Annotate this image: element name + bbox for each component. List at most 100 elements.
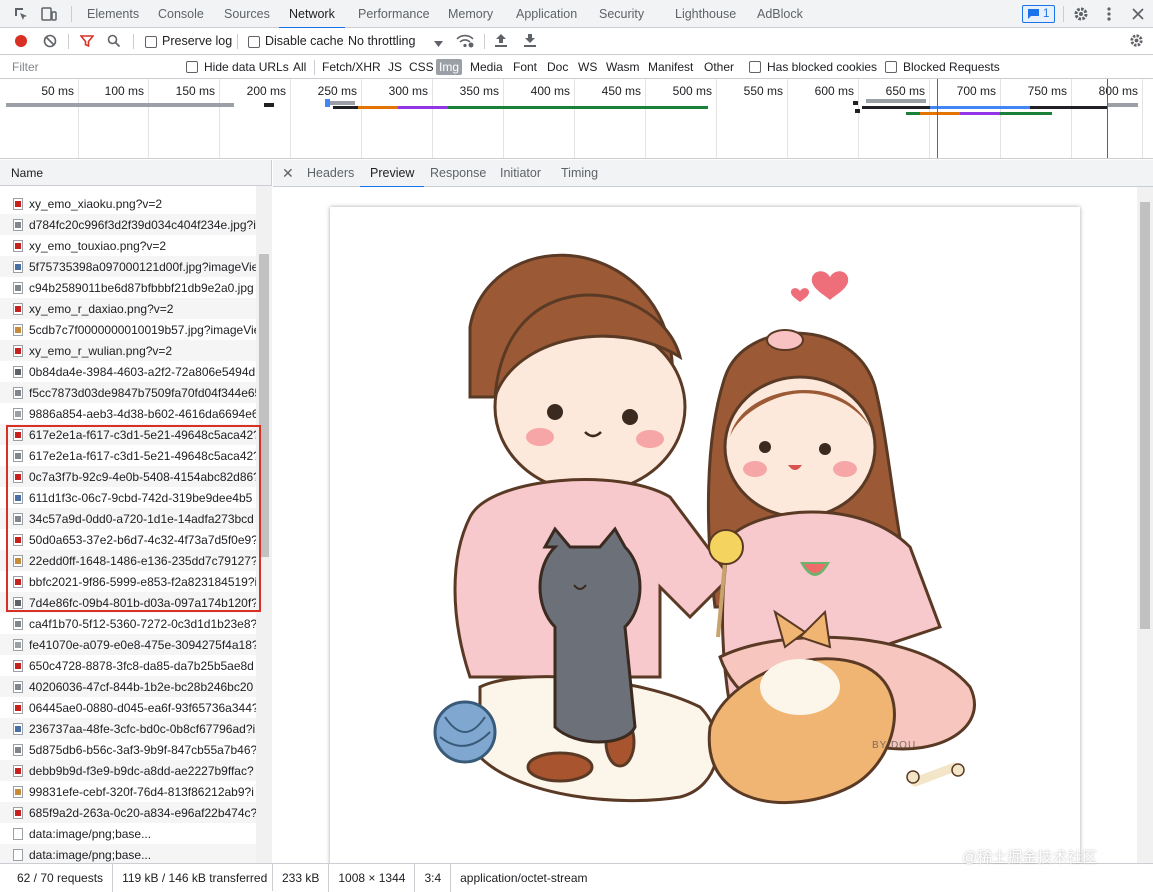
list-item[interactable]: xy_emo_xiaoku.png?v=2 bbox=[0, 193, 256, 214]
list-item[interactable]: fe41070e-a079-e0e8-475e-3094275f4a18? bbox=[0, 634, 256, 655]
preserve-log-checkbox[interactable] bbox=[145, 35, 157, 49]
tab-security[interactable]: Security bbox=[599, 0, 644, 28]
chevron-down-icon[interactable] bbox=[434, 37, 443, 51]
tab-sources[interactable]: Sources bbox=[224, 0, 270, 28]
list-item[interactable]: 34c57a9d-0dd0-a720-1d1e-14adfa273bcd bbox=[0, 508, 256, 529]
list-item[interactable]: 50d0a653-37e2-b6d7-4c32-4f73a7d5f0e9? bbox=[0, 529, 256, 550]
filter-bar: Hide data URLs All Fetch/XHR JS CSS Img … bbox=[0, 55, 1153, 79]
list-item[interactable]: 236737aa-48fe-3cfc-bd0c-0b8cf67796ad?i bbox=[0, 718, 256, 739]
grid-line bbox=[219, 79, 220, 158]
list-item[interactable]: 617e2e1a-f617-c3d1-5e21-49648c5aca42? bbox=[0, 445, 256, 466]
tab-console[interactable]: Console bbox=[158, 0, 204, 28]
hide-data-urls-checkbox[interactable] bbox=[186, 60, 198, 74]
divider bbox=[133, 34, 134, 49]
list-item[interactable]: d784fc20c996f3d2f39d034c404f234e.jpg?i bbox=[0, 214, 256, 235]
tab-memory[interactable]: Memory bbox=[448, 0, 493, 28]
list-item[interactable]: 9886a854-aeb3-4d38-b602-4616da6694e6 bbox=[0, 403, 256, 424]
list-item[interactable]: f5cc7873d03de9847b7509fa70fd04f344e65 bbox=[0, 382, 256, 403]
tick-label: 350 ms bbox=[459, 84, 499, 98]
list-item[interactable]: 06445ae0-0880-d045-ea6f-93f65736a344? bbox=[0, 697, 256, 718]
preview-scroll-thumb[interactable] bbox=[1140, 202, 1150, 629]
device-toolbar-icon[interactable] bbox=[40, 5, 58, 23]
tab-headers[interactable]: Headers bbox=[307, 160, 354, 187]
list-item[interactable]: 99831efe-cebf-320f-76d4-813f86212ab9?i bbox=[0, 781, 256, 802]
filter-type-doc[interactable]: Doc bbox=[544, 59, 571, 75]
close-detail-icon[interactable]: ✕ bbox=[282, 160, 294, 187]
request-list[interactable]: xy_emo_xiaoku.png?v=2 d784fc20c996f3d2f39… bbox=[0, 186, 272, 863]
request-name: data:image/png;base... bbox=[29, 826, 152, 841]
tab-initiator[interactable]: Initiator bbox=[500, 160, 541, 187]
filter-type-all[interactable]: All bbox=[290, 59, 309, 75]
tab-preview[interactable]: Preview bbox=[359, 160, 426, 188]
network-conditions-icon[interactable] bbox=[456, 33, 474, 52]
tab-lighthouse[interactable]: Lighthouse bbox=[675, 0, 736, 28]
close-devtools-icon[interactable] bbox=[1129, 5, 1147, 23]
filter-type-css[interactable]: CSS bbox=[406, 59, 437, 75]
list-item[interactable]: c94b2589011be6d87bfbbbf21db9e2a0.jpg bbox=[0, 277, 256, 298]
clear-icon[interactable] bbox=[43, 34, 57, 51]
filter-type-font[interactable]: Font bbox=[510, 59, 540, 75]
list-item[interactable]: 7d4e86fc-09b4-801b-d03a-097a174b120f? bbox=[0, 592, 256, 613]
tick-label: 600 ms bbox=[814, 84, 854, 98]
tab-adblock[interactable]: AdBlock bbox=[757, 0, 803, 28]
list-item[interactable]: xy_emo_r_wulian.png?v=2 bbox=[0, 340, 256, 361]
list-item[interactable]: xy_emo_r_daxiao.png?v=2 bbox=[0, 298, 256, 319]
list-item[interactable]: 5cdb7c7f0000000010019b57.jpg?imageVie bbox=[0, 319, 256, 340]
request-name: bbfc2021-9f86-5999-e853-f2a823184519?i bbox=[29, 574, 256, 589]
list-item[interactable]: ca4f1b70-5f12-5360-7272-0c3d1d1b23e8? bbox=[0, 613, 256, 634]
messages-badge[interactable]: 1 bbox=[1022, 5, 1056, 23]
list-item[interactable]: 5d875db6-b56c-3af3-9b9f-847cb55a7b46? bbox=[0, 739, 256, 760]
export-har-icon[interactable] bbox=[523, 33, 537, 51]
filter-type-js[interactable]: JS bbox=[385, 59, 405, 75]
filter-type-other[interactable]: Other bbox=[701, 59, 737, 75]
name-column-header[interactable]: Name bbox=[0, 160, 272, 186]
list-item[interactable]: debb9b9d-f3e9-b9dc-a8dd-ae2227b9ffac? bbox=[0, 760, 256, 781]
timeline-bar bbox=[330, 101, 355, 105]
tab-network[interactable]: Network bbox=[279, 0, 345, 29]
filter-type-wasm[interactable]: Wasm bbox=[603, 59, 643, 75]
has-blocked-cookies-checkbox[interactable] bbox=[749, 60, 761, 74]
blocked-requests-checkbox[interactable] bbox=[885, 60, 897, 74]
more-options-icon[interactable] bbox=[1100, 5, 1118, 23]
list-item[interactable]: data:image/png;base... bbox=[0, 823, 256, 844]
list-item[interactable] bbox=[0, 186, 256, 193]
request-list-scroll-thumb[interactable] bbox=[259, 254, 269, 557]
list-item[interactable]: 5f75735398a097000121d00f.jpg?imageVie bbox=[0, 256, 256, 277]
filter-type-ws[interactable]: WS bbox=[575, 59, 600, 75]
list-item[interactable]: 685f9a2d-263a-0c20-a834-e96af22b474c?i bbox=[0, 802, 256, 823]
inspect-element-icon[interactable] bbox=[12, 5, 30, 23]
filter-type-media[interactable]: Media bbox=[467, 59, 506, 75]
settings-gear-icon[interactable] bbox=[1072, 5, 1090, 23]
request-name: d784fc20c996f3d2f39d034c404f234e.jpg?i bbox=[29, 217, 256, 232]
timeline-overview[interactable]: 50 ms 100 ms 150 ms 200 ms 250 ms 300 ms… bbox=[0, 79, 1153, 159]
list-item[interactable]: 617e2e1a-f617-c3d1-5e21-49648c5aca42? bbox=[0, 424, 256, 445]
list-item[interactable]: data:image/png;base... bbox=[0, 844, 256, 863]
filter-type-fetch-xhr[interactable]: Fetch/XHR bbox=[319, 59, 384, 75]
tab-response[interactable]: Response bbox=[430, 160, 486, 187]
tick-label: 300 ms bbox=[388, 84, 428, 98]
tab-elements[interactable]: Elements bbox=[87, 0, 139, 28]
list-item[interactable]: 611d1f3c-06c7-9cbd-742d-319be9dee4b5 bbox=[0, 487, 256, 508]
record-button[interactable] bbox=[14, 34, 28, 51]
tab-timing[interactable]: Timing bbox=[561, 160, 598, 187]
filter-input[interactable] bbox=[6, 58, 174, 76]
search-icon[interactable] bbox=[107, 34, 121, 51]
tab-application[interactable]: Application bbox=[516, 0, 577, 28]
network-settings-gear-icon[interactable] bbox=[1128, 32, 1145, 52]
list-item[interactable]: 0b84da4e-3984-4603-a2f2-72a806e5494d bbox=[0, 361, 256, 382]
list-item[interactable]: 650c4728-8878-3fc8-da85-da7b25b5ae8d bbox=[0, 655, 256, 676]
throttling-select[interactable]: No throttling bbox=[348, 34, 415, 48]
list-item[interactable]: 40206036-47cf-844b-1b2e-bc28b246bc20 bbox=[0, 676, 256, 697]
import-har-icon[interactable] bbox=[494, 33, 508, 51]
list-item[interactable]: xy_emo_touxiao.png?v=2 bbox=[0, 235, 256, 256]
tab-performance[interactable]: Performance bbox=[358, 0, 430, 28]
filter-type-img[interactable]: Img bbox=[436, 59, 463, 75]
list-item[interactable]: 0c7a3f7b-92c9-4e0b-5408-4154abc82d86? bbox=[0, 466, 256, 487]
timeline-bar bbox=[855, 109, 860, 113]
disable-cache-label: Disable cache bbox=[265, 34, 344, 48]
disable-cache-checkbox[interactable] bbox=[248, 35, 260, 49]
filter-type-manifest[interactable]: Manifest bbox=[645, 59, 696, 75]
list-item[interactable]: bbfc2021-9f86-5999-e853-f2a823184519?i bbox=[0, 571, 256, 592]
filter-funnel-icon[interactable] bbox=[79, 34, 95, 51]
list-item[interactable]: 22edd0ff-1648-1486-e136-235dd7c79127? bbox=[0, 550, 256, 571]
